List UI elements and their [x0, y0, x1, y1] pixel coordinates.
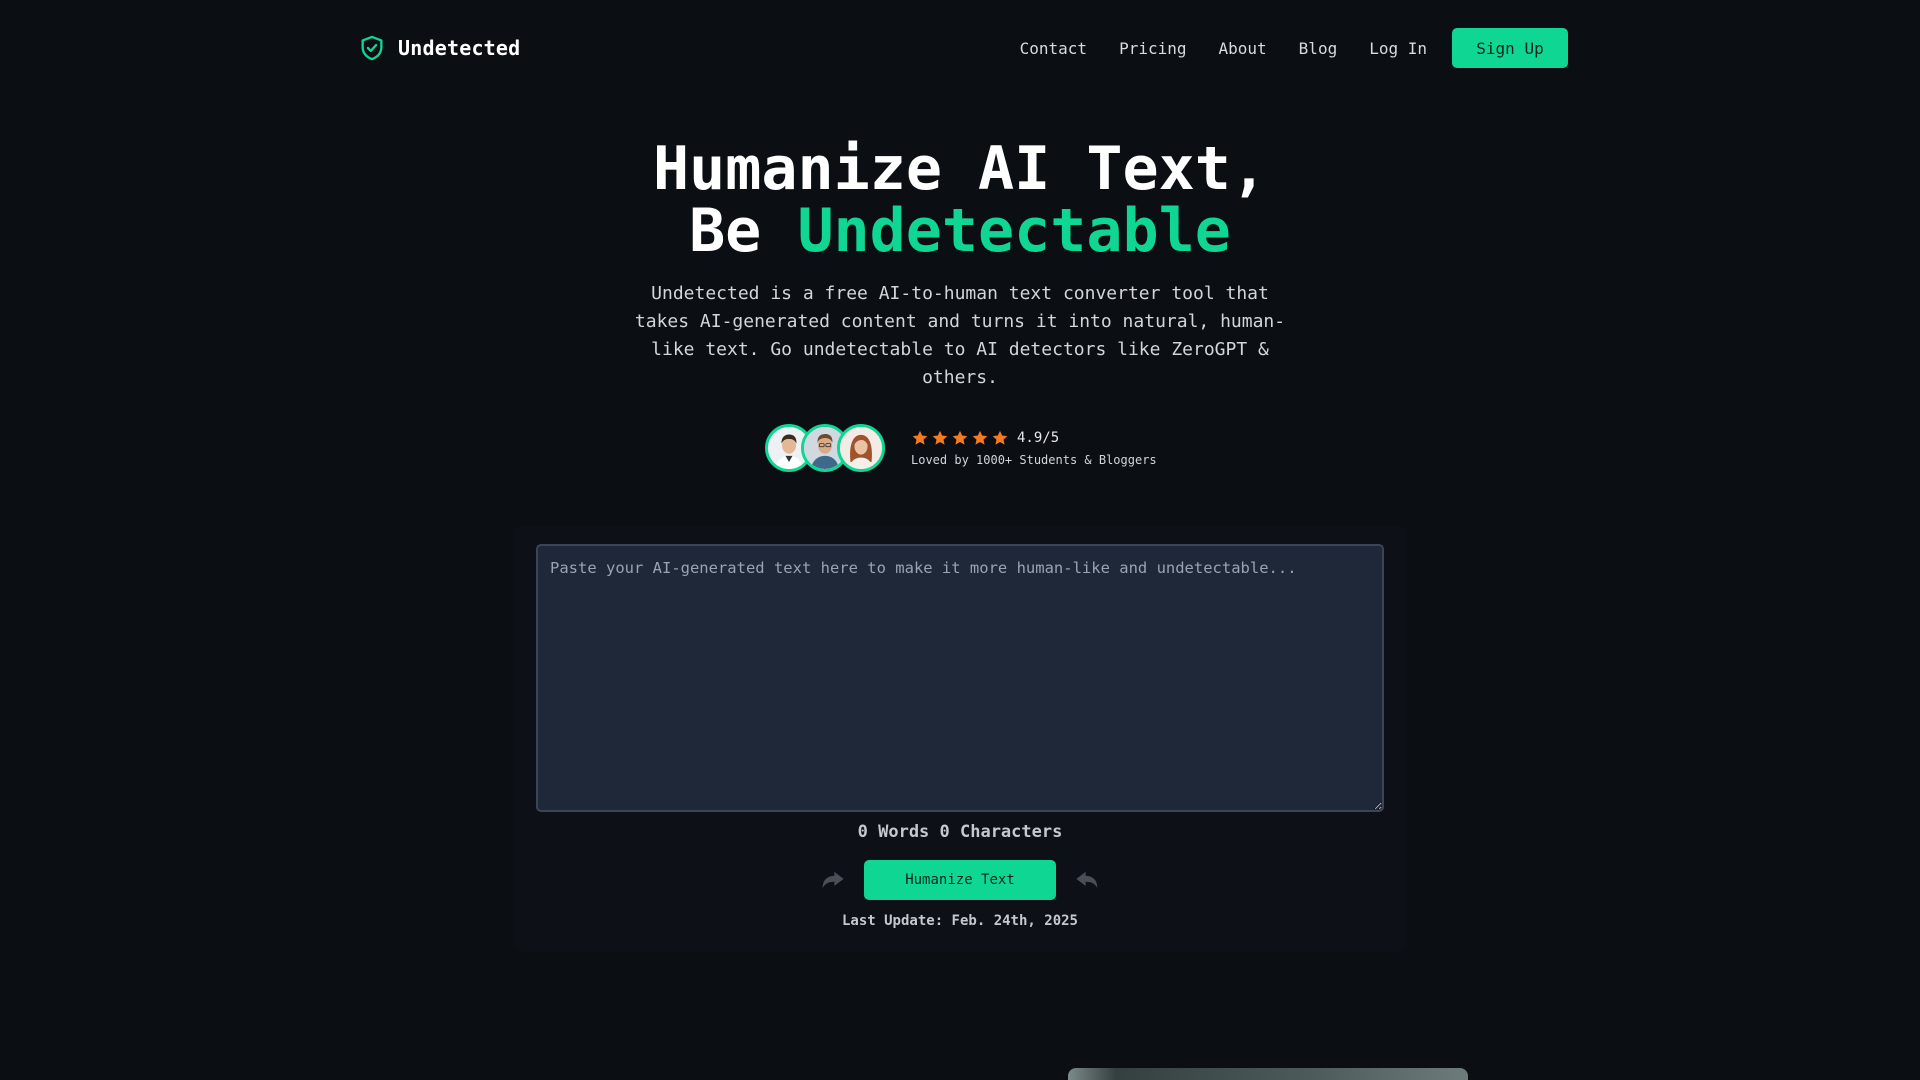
nav-link-about[interactable]: About	[1219, 39, 1267, 58]
star-icon	[972, 430, 988, 445]
loved-by-text: Loved by 1000+ Students & Bloggers	[911, 453, 1157, 467]
brand-name: Undetected	[398, 36, 521, 60]
word-char-count: 0 Words 0 Characters	[857, 822, 1063, 842]
stars-row: 4.9/5	[911, 429, 1157, 447]
section-preview-image	[1068, 1068, 1468, 1080]
rating-block: 4.9/5 Loved by 1000+ Students & Bloggers	[911, 429, 1157, 467]
brand-logo-link[interactable]: Undetected	[358, 32, 520, 64]
hero-title-accent: Undetectable	[797, 196, 1231, 266]
nav-links: Contact Pricing About Blog Log In Sign U…	[1020, 28, 1568, 68]
star-icon	[952, 430, 968, 445]
hero-subtitle: Undetected is a free AI-to-human text co…	[634, 283, 1286, 388]
ai-text-input[interactable]	[536, 544, 1384, 812]
social-proof: 4.9/5 Loved by 1000+ Students & Bloggers	[765, 423, 1157, 473]
action-row: Humanize Text	[0, 860, 1920, 900]
rating-value: 4.9/5	[1017, 430, 1060, 446]
star-icon	[932, 430, 948, 445]
last-update-text: Last Update: Feb. 24th, 2025	[841, 913, 1078, 929]
star-icon	[992, 430, 1008, 445]
avatar-group	[765, 424, 885, 472]
avatar	[837, 424, 885, 472]
nav-link-contact[interactable]: Contact	[1020, 39, 1087, 58]
star-icon	[912, 430, 928, 445]
hero-title: Humanize AI Text, Be Undetectable	[0, 138, 1920, 262]
hero-title-line1: Humanize AI Text,	[652, 134, 1268, 204]
hero-title-prefix: Be	[689, 196, 798, 266]
nav-link-login[interactable]: Log In	[1369, 39, 1427, 58]
shield-check-icon	[361, 35, 383, 61]
nav-link-blog[interactable]: Blog	[1299, 39, 1338, 58]
curved-arrow-left-icon	[1076, 871, 1098, 889]
signup-button[interactable]: Sign Up	[1452, 28, 1568, 68]
curved-arrow-right-icon	[822, 871, 844, 889]
top-navbar: Undetected Contact Pricing About Blog Lo…	[0, 0, 1920, 95]
nav-link-pricing[interactable]: Pricing	[1119, 39, 1186, 58]
humanize-text-button[interactable]: Humanize Text	[864, 860, 1056, 900]
